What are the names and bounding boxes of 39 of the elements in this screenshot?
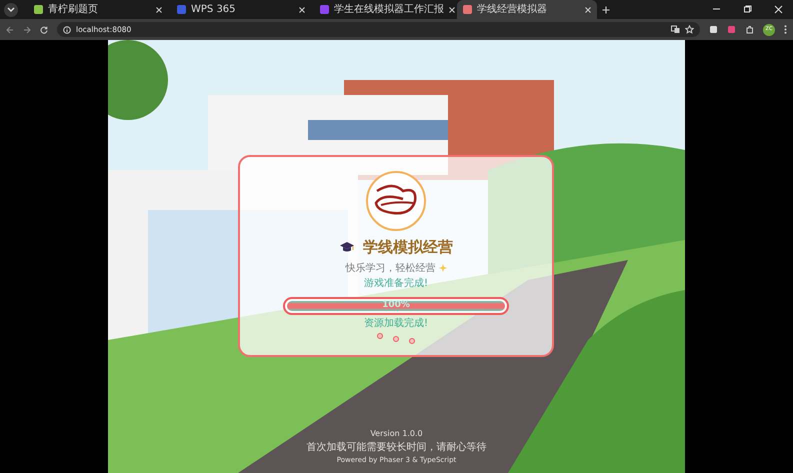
star-icon[interactable] xyxy=(685,25,694,34)
browser-tab[interactable]: WPS 365 xyxy=(171,0,311,19)
back-icon[interactable] xyxy=(6,26,14,34)
tab-title: 青柠刷题页 xyxy=(48,2,99,17)
sparkle-icon xyxy=(438,264,446,272)
puzzle-icon[interactable] xyxy=(745,25,754,34)
reload-icon[interactable] xyxy=(40,26,48,34)
browser-tab[interactable]: 青柠刷题页 xyxy=(28,0,168,19)
notice-text: 首次加载可能需要较长时间，请耐心等待 xyxy=(306,440,486,455)
site-icon xyxy=(463,5,472,14)
caret-icon xyxy=(7,6,15,12)
detail-text: 资源加载完成! xyxy=(364,316,428,330)
status-text: 游戏准备完成! xyxy=(364,276,428,290)
site-icon xyxy=(320,5,329,14)
translate-icon[interactable] xyxy=(671,25,680,34)
game-title: 学线模拟经营 xyxy=(363,237,453,258)
tab-title: 学生在线模拟器工作汇报 xyxy=(334,2,444,17)
info-icon[interactable] xyxy=(63,26,71,34)
close-icon[interactable] xyxy=(449,6,455,12)
restore-icon[interactable] xyxy=(743,5,752,14)
new-tab-icon[interactable] xyxy=(602,6,610,14)
site-icon xyxy=(34,5,43,14)
site-icon xyxy=(177,5,186,14)
close-icon[interactable] xyxy=(299,6,305,12)
tab-title: WPS 365 xyxy=(191,3,237,17)
tab-title: 学线经营模拟器 xyxy=(477,2,548,17)
close-icon[interactable] xyxy=(156,6,162,12)
browser-tab[interactable]: 学生在线模拟器工作汇报 xyxy=(314,0,454,19)
forward-icon[interactable] xyxy=(23,26,31,34)
progress-percent: 100% xyxy=(382,298,410,312)
menu-icon[interactable] xyxy=(784,25,787,34)
graduation-cap-icon xyxy=(339,241,355,254)
version-text: Version 1.0.0 xyxy=(370,428,423,440)
tab-list-button[interactable] xyxy=(4,2,18,16)
browser-tab[interactable]: 学线经营模拟器 xyxy=(457,0,597,19)
close-icon[interactable] xyxy=(585,6,591,12)
subtitle: 快乐学习，轻松经营 xyxy=(346,262,436,276)
loading-dots-icon xyxy=(376,332,416,344)
close-icon[interactable] xyxy=(774,5,783,14)
